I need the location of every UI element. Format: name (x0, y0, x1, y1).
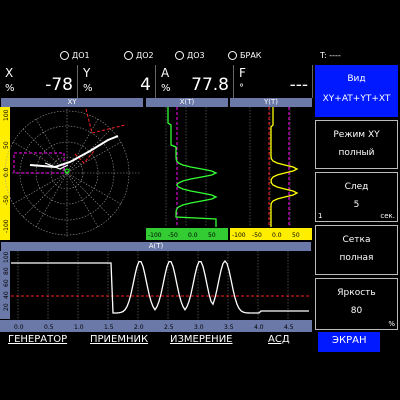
indicator-do3: ДО3 (175, 50, 205, 62)
at-x-tick-label: 0.5 (44, 324, 54, 331)
plot-title: Y(T) (230, 98, 312, 107)
settings-panel: Вид XY+AT+YT+XT Режим XY полный След 5 1… (313, 65, 400, 331)
readout-unit: % (5, 83, 15, 94)
readout-name: X (5, 66, 14, 80)
menu-screen[interactable]: ЭКРАН (318, 332, 381, 352)
at-x-tick-label: 2.0 (134, 324, 144, 331)
at-y-tick-label: 60 (3, 279, 10, 287)
xy-tick-label: 100 (3, 109, 10, 121)
xy-plot: XY 100 50 0.0 -50 -100 (0, 98, 144, 240)
status-bar: ДО1 ДО2 ДО3 БРАК T: ---- (0, 48, 400, 65)
view-title: Вид (347, 74, 366, 84)
readout-x: X % -78 (0, 65, 78, 98)
plot-title: A(T) (1, 242, 311, 251)
setting-title: Режим XY (333, 130, 380, 140)
xy-mode-setting[interactable]: Режим XY полный (315, 120, 398, 169)
indicator-reject: БРАК (228, 50, 261, 62)
xt-grid (165, 107, 207, 227)
view-value: XY+AT+YT+XT (322, 94, 391, 104)
readout-name: F (239, 66, 246, 80)
setting-value: полный (338, 148, 375, 158)
at-x-tick-label: 3.0 (194, 324, 204, 331)
at-y-tick-label: 80 (3, 267, 10, 275)
setting-unit: сек. (380, 212, 395, 220)
indicator-do1: ДО1 (60, 50, 90, 62)
gate-box (13, 152, 65, 174)
time-tick-label: 0.0 (272, 232, 282, 239)
menu-generator[interactable]: ГЕНЕРАТОР (8, 334, 67, 345)
yt-grid (249, 107, 291, 227)
readout-value: 4 (140, 75, 151, 95)
indicator-lamp-icon (60, 51, 69, 60)
trace-setting[interactable]: След 5 1 сек. (315, 172, 398, 222)
at-y-tick-label: 100 (3, 251, 10, 263)
indicator-lamp-icon (124, 51, 133, 60)
time-tick-label: 50 (208, 232, 216, 239)
readout-value: --- (289, 75, 308, 95)
plot-title: XY (1, 98, 143, 107)
readout-unit: % (83, 83, 93, 94)
at-plot-canvas: 100806040200 0.00.51.01.52.02.53.03.54.0… (0, 251, 312, 332)
time-tick-label: -100 (148, 232, 162, 239)
at-x-tick-label: 1.0 (74, 324, 84, 331)
menu-asd[interactable]: АСД (268, 334, 290, 345)
grid-setting[interactable]: Сетка полная (315, 225, 398, 275)
indicator-lamp-icon (175, 51, 184, 60)
readout-unit: ° (239, 83, 244, 94)
readout-name: A (161, 66, 170, 80)
indicator-lamp-icon (228, 51, 237, 60)
readout-f: F ° --- (234, 65, 313, 98)
readout-y: Y % 4 (78, 65, 156, 98)
readout-unit: % (161, 83, 171, 94)
plot-title: X(T) (146, 98, 228, 107)
at-y-tick-label: 20 (3, 303, 10, 311)
at-x-tick-label: 0.0 (14, 324, 24, 331)
at-x-tick-label: 1.5 (104, 324, 114, 331)
xt-plot: X(T) -100 -50 0.0 50 (146, 98, 228, 240)
menu-measurement[interactable]: ИЗМЕРЕНИЕ (170, 334, 233, 345)
xt-plot-canvas: -100 -50 0.0 50 (146, 107, 228, 240)
yt-trace (270, 107, 299, 227)
yt-plot-canvas: -100 -50 0.0 50 (230, 107, 312, 240)
xy-tick-label: 0.0 (3, 167, 10, 177)
time-readout: T: ---- (320, 51, 341, 60)
setting-value: 5 (353, 200, 360, 210)
time-tick-label: 0.0 (188, 232, 198, 239)
xy-tick-label: -50 (3, 195, 10, 205)
yt-plot: Y(T) -100 -50 0.0 50 (230, 98, 312, 240)
bottom-menu: ГЕНЕРАТОР ПРИЕМНИК ИЗМЕРЕНИЕ АСД ЭКРАН (0, 332, 400, 352)
setting-value: полная (339, 253, 374, 263)
at-grid (17, 251, 289, 319)
readout-value: -78 (45, 75, 73, 95)
at-trace (11, 259, 309, 314)
setting-title: Яркость (337, 288, 376, 298)
setting-min-note: 1 (318, 212, 323, 220)
setting-title: Сетка (342, 235, 371, 245)
setting-unit: % (388, 320, 395, 328)
at-plot: A(T) 100806040200 0.00.51.01.52.02.53.03… (0, 242, 312, 332)
at-x-tick-label: 4.5 (284, 324, 294, 331)
at-x-tick-label: 3.5 (224, 324, 234, 331)
polar-grid (4, 109, 140, 237)
at-x-tick-label: 2.5 (164, 324, 174, 331)
menu-receiver[interactable]: ПРИЕМНИК (90, 334, 148, 345)
view-selector[interactable]: Вид XY+AT+YT+XT (315, 65, 398, 117)
setting-title: След (344, 182, 369, 192)
xy-plot-canvas: 100 50 0.0 -50 -100 (0, 107, 140, 240)
readout-name: Y (83, 66, 91, 80)
indicator-do2: ДО2 (124, 50, 154, 62)
time-tick-label: -50 (168, 232, 178, 239)
at-x-tick-label: 4.0 (254, 324, 264, 331)
xy-tick-label: 50 (3, 141, 10, 149)
at-y-tick-label: 40 (3, 291, 10, 299)
time-tick-label: -100 (232, 232, 246, 239)
xt-trace (167, 107, 218, 227)
setting-value: 80 (350, 306, 363, 316)
brightness-setting[interactable]: Яркость 80 % (315, 278, 398, 330)
readout-a: A % 77.8 (156, 65, 234, 98)
readout-value: 77.8 (191, 75, 229, 95)
xy-tick-label: -100 (3, 219, 10, 233)
time-tick-label: -50 (252, 232, 262, 239)
time-tick-label: 50 (292, 232, 300, 239)
